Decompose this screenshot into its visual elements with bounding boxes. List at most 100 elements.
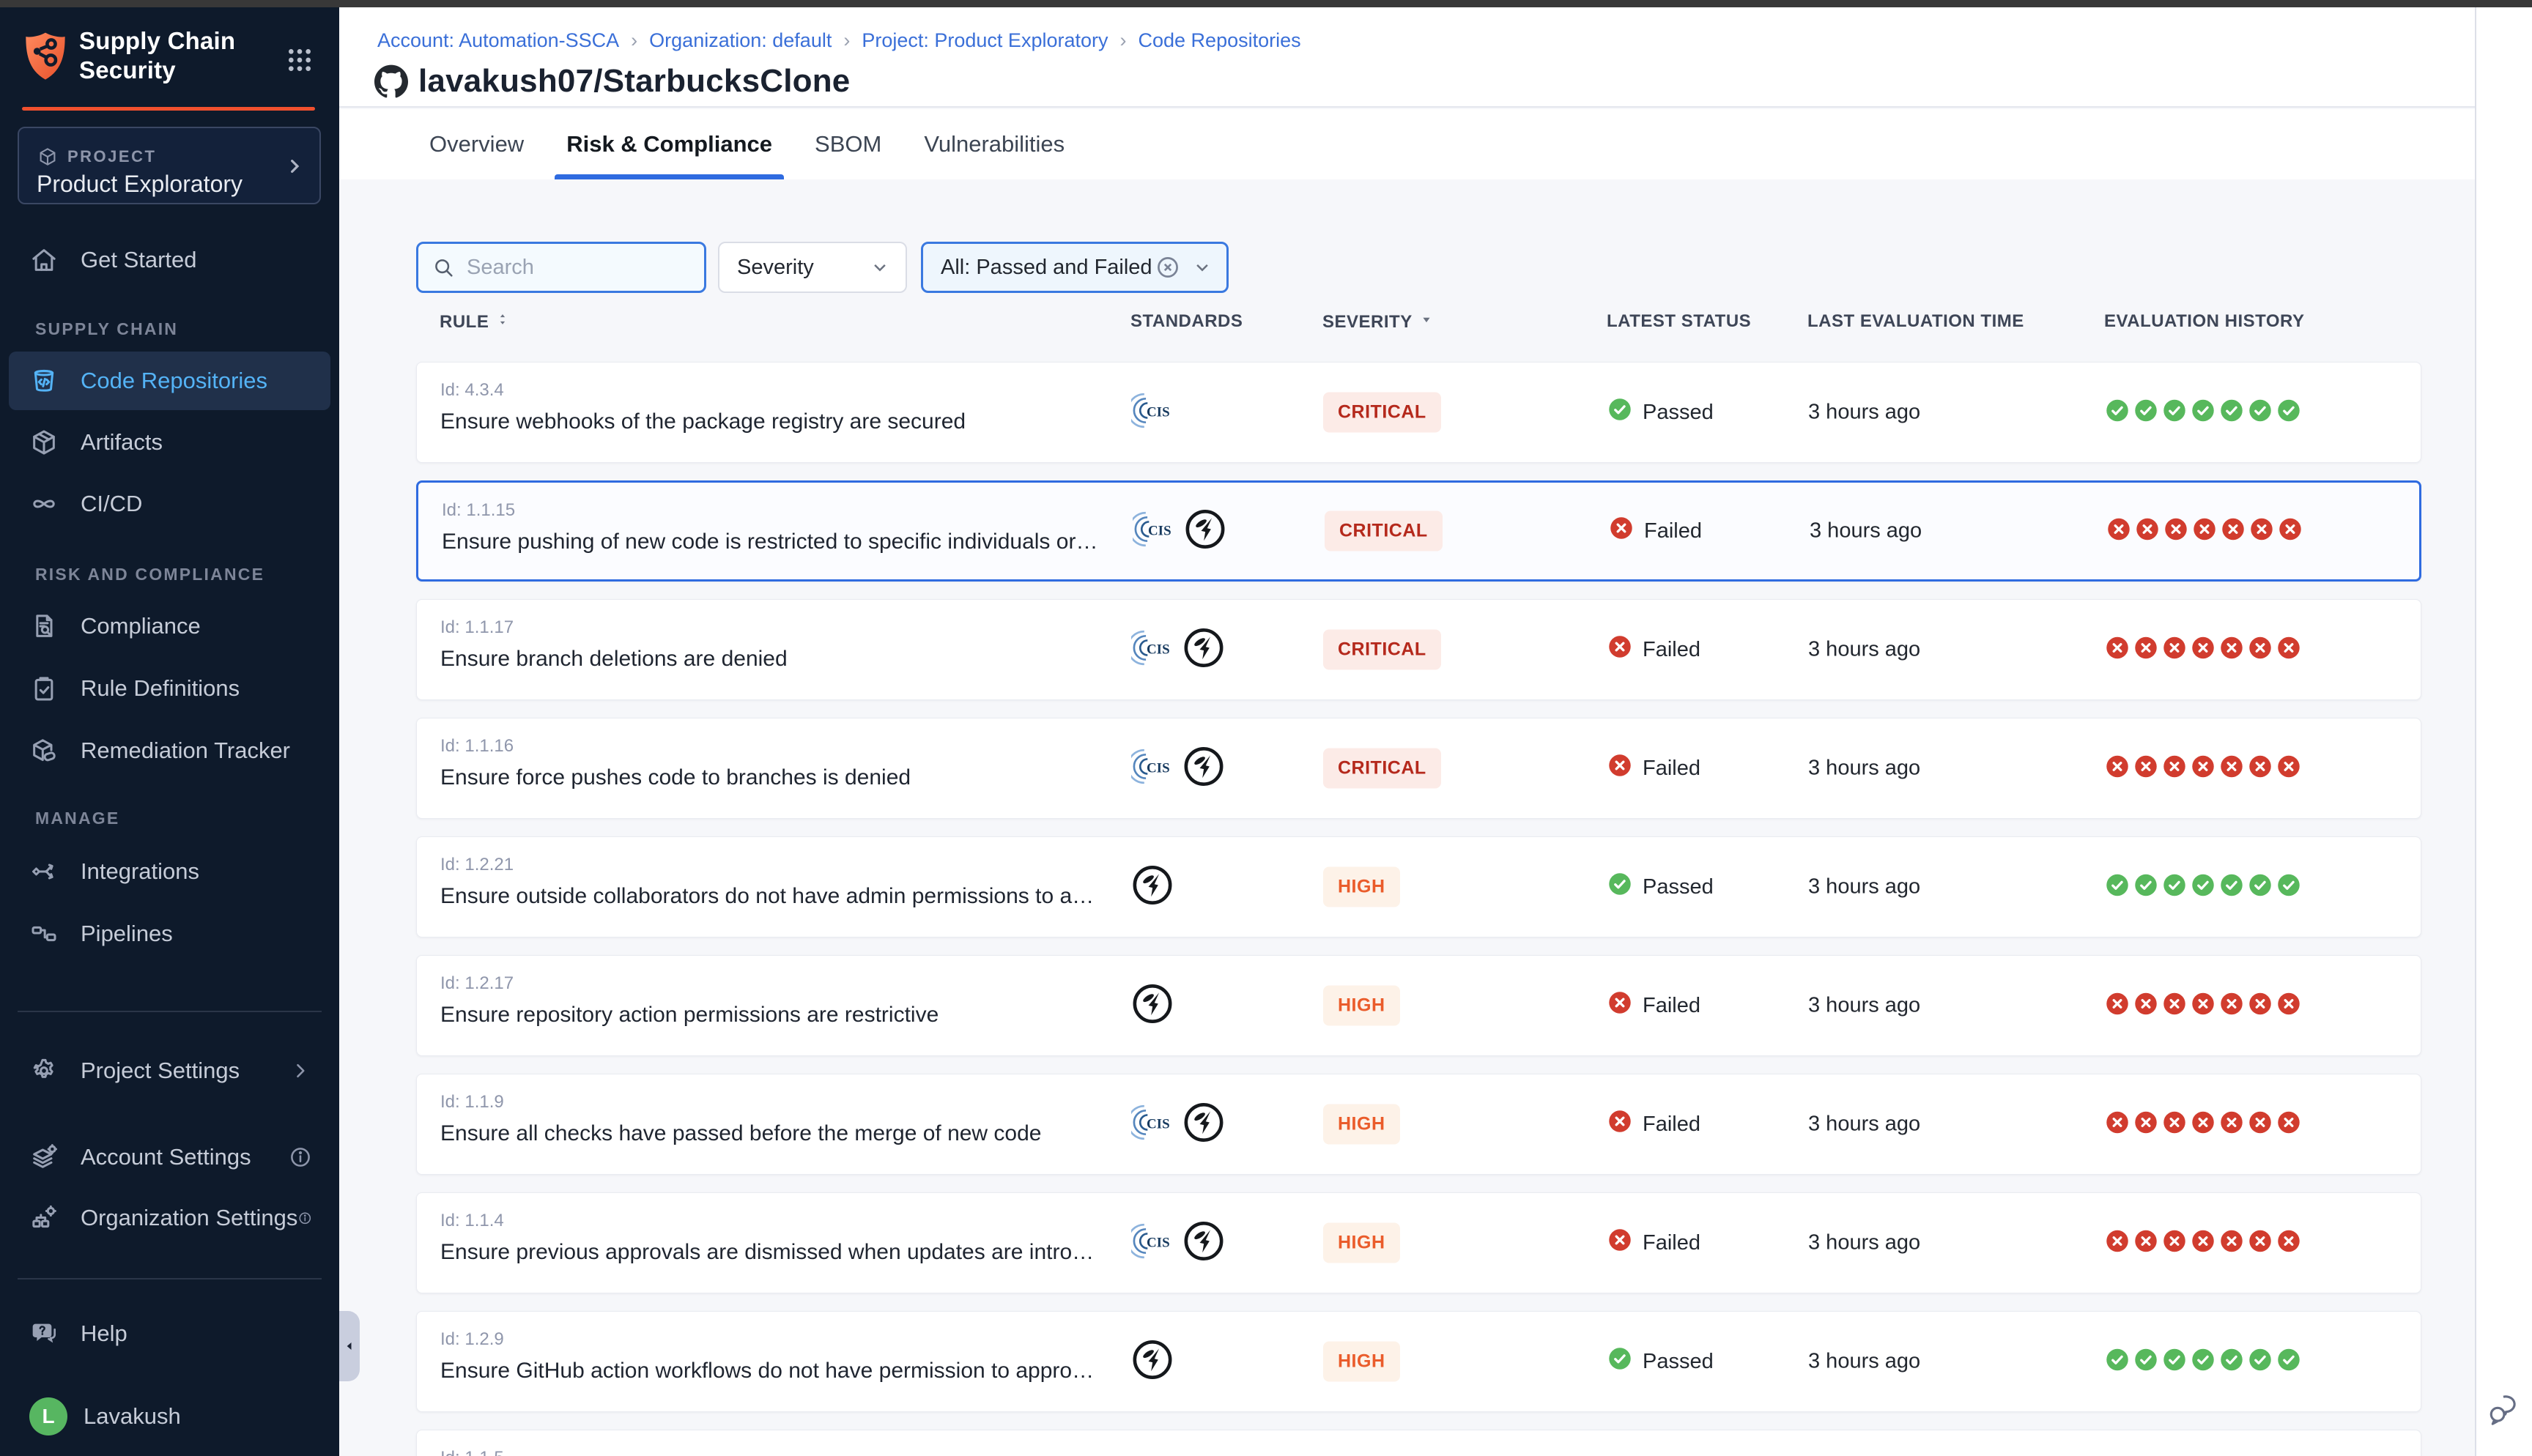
check-circle-icon[interactable] (2276, 1348, 2301, 1376)
x-circle-icon[interactable] (2105, 1229, 2130, 1258)
x-circle-icon[interactable] (2278, 517, 2303, 546)
table-row[interactable]: Id: 1.1.5CISHIGHFailed3 hours ago (416, 1430, 2421, 1456)
grid-dots-icon[interactable] (285, 45, 314, 75)
circle-x-icon[interactable] (1155, 254, 1181, 281)
sidebar-collapse-handle[interactable] (339, 1311, 360, 1381)
check-circle-icon[interactable] (2191, 873, 2216, 902)
breadcrumb-link[interactable]: Code Repositories (1139, 29, 1301, 52)
sidebar-item-code-repositories[interactable]: Code Repositories (9, 352, 330, 410)
breadcrumb-link[interactable]: Organization: default (649, 29, 832, 52)
column-header-last-evaluation-time[interactable]: LAST EVALUATION TIME (1807, 311, 2024, 332)
x-circle-icon[interactable] (2163, 517, 2188, 546)
x-circle-icon[interactable] (2162, 636, 2187, 664)
breadcrumb-link[interactable]: Account: Automation-SSCA (377, 29, 619, 52)
table-row[interactable]: Id: 4.3.4Ensure webhooks of the package … (416, 362, 2421, 463)
sidebar-item-artifacts[interactable]: Artifacts (9, 413, 330, 472)
check-circle-icon[interactable] (2162, 873, 2187, 902)
check-circle-icon[interactable] (2105, 398, 2130, 427)
sidebar-item-get-started[interactable]: Get Started (9, 231, 330, 289)
sidebar-item-rule-definitions[interactable]: Rule Definitions (9, 659, 330, 718)
x-circle-icon[interactable] (2191, 636, 2216, 664)
x-circle-icon[interactable] (2106, 517, 2131, 546)
table-row[interactable]: Id: 1.2.17Ensure repository action permi… (416, 955, 2421, 1056)
check-circle-icon[interactable] (2276, 873, 2301, 902)
table-row[interactable]: Id: 1.2.21Ensure outside collaborators d… (416, 836, 2421, 937)
x-circle-icon[interactable] (2248, 754, 2273, 783)
x-circle-icon[interactable] (2276, 754, 2301, 783)
x-circle-icon[interactable] (2219, 992, 2244, 1020)
sidebar-item-pipelines[interactable]: Pipelines (9, 905, 330, 963)
table-row[interactable]: Id: 1.1.16Ensure force pushes code to br… (416, 718, 2421, 819)
x-circle-icon[interactable] (2276, 1229, 2301, 1258)
x-circle-icon[interactable] (2276, 636, 2301, 664)
x-circle-icon[interactable] (2162, 754, 2187, 783)
caret-down-icon[interactable] (1418, 311, 1435, 333)
status-filter-dropdown[interactable]: All: Passed and Failed (921, 242, 1229, 293)
x-circle-icon[interactable] (2219, 1110, 2244, 1139)
breadcrumb-link[interactable]: Project: Product Exploratory (862, 29, 1108, 52)
sidebar-item-organization-settings[interactable]: Organization Settings (9, 1189, 330, 1247)
sidebar-item-compliance[interactable]: Compliance (9, 597, 330, 655)
x-circle-icon[interactable] (2133, 754, 2158, 783)
table-row[interactable]: Id: 1.1.4Ensure previous approvals are d… (416, 1192, 2421, 1293)
x-circle-icon[interactable] (2221, 517, 2246, 546)
check-circle-icon[interactable] (2133, 398, 2158, 427)
check-circle-icon[interactable] (2248, 398, 2273, 427)
check-circle-icon[interactable] (2133, 1348, 2158, 1376)
column-header-severity[interactable]: SEVERITY (1322, 311, 1435, 333)
x-circle-icon[interactable] (2276, 992, 2301, 1020)
column-header-evaluation-history[interactable]: EVALUATION HISTORY (2104, 311, 2304, 332)
x-circle-icon[interactable] (2105, 1110, 2130, 1139)
x-circle-icon[interactable] (2191, 754, 2216, 783)
x-circle-icon[interactable] (2248, 992, 2273, 1020)
sidebar-item-account-settings[interactable]: Account Settings (9, 1128, 330, 1186)
x-circle-icon[interactable] (2191, 992, 2216, 1020)
x-circle-icon[interactable] (2133, 1229, 2158, 1258)
check-circle-icon[interactable] (2162, 398, 2187, 427)
column-header-rule[interactable]: RULE (440, 311, 511, 333)
x-circle-icon[interactable] (2191, 1229, 2216, 1258)
x-circle-icon[interactable] (2191, 1110, 2216, 1139)
x-circle-icon[interactable] (2133, 636, 2158, 664)
x-circle-icon[interactable] (2162, 1229, 2187, 1258)
sidebar-user[interactable]: LLavakush (9, 1387, 330, 1446)
x-circle-icon[interactable] (2248, 1229, 2273, 1258)
x-circle-icon[interactable] (2133, 1110, 2158, 1139)
x-circle-icon[interactable] (2105, 754, 2130, 783)
column-header-standards[interactable]: STANDARDS (1130, 311, 1243, 332)
tab-overview[interactable]: Overview (426, 109, 527, 179)
check-circle-icon[interactable] (2162, 1348, 2187, 1376)
x-circle-icon[interactable] (2162, 992, 2187, 1020)
check-circle-icon[interactable] (2276, 398, 2301, 427)
check-circle-icon[interactable] (2133, 873, 2158, 902)
tab-risk-compliance[interactable]: Risk & Compliance (563, 109, 775, 179)
check-circle-icon[interactable] (2248, 1348, 2273, 1376)
check-circle-icon[interactable] (2105, 1348, 2130, 1376)
check-circle-icon[interactable] (2219, 1348, 2244, 1376)
x-circle-icon[interactable] (2248, 636, 2273, 664)
check-circle-icon[interactable] (2248, 873, 2273, 902)
sidebar-item-help[interactable]: Help (9, 1304, 330, 1363)
column-header-latest-status[interactable]: LATEST STATUS (1607, 311, 1751, 332)
table-row[interactable]: Id: 1.2.9Ensure GitHub action workflows … (416, 1311, 2421, 1412)
table-row[interactable]: Id: 1.1.9Ensure all checks have passed b… (416, 1074, 2421, 1175)
sidebar-item-ci-cd[interactable]: CI/CD (9, 475, 330, 533)
sidebar-item-remediation-tracker[interactable]: Remediation Tracker (9, 721, 330, 780)
table-row[interactable]: Id: 1.1.17Ensure branch deletions are de… (416, 599, 2421, 700)
tab-sbom[interactable]: SBOM (812, 109, 884, 179)
chevron-right-icon[interactable] (288, 1058, 313, 1083)
chat-bubbles-icon[interactable] (2487, 1393, 2523, 1427)
check-circle-icon[interactable] (2191, 1348, 2216, 1376)
x-circle-icon[interactable] (2135, 517, 2160, 546)
x-circle-icon[interactable] (2105, 636, 2130, 664)
x-circle-icon[interactable] (2219, 1229, 2244, 1258)
sidebar-item-integrations[interactable]: Integrations (9, 842, 330, 901)
search-input[interactable] (465, 255, 691, 281)
check-circle-icon[interactable] (2219, 873, 2244, 902)
x-circle-icon[interactable] (2133, 992, 2158, 1020)
project-selector[interactable]: PROJECT Product Exploratory (18, 127, 321, 204)
x-circle-icon[interactable] (2162, 1110, 2187, 1139)
check-circle-icon[interactable] (2191, 398, 2216, 427)
sort-both-icon[interactable] (495, 311, 511, 333)
severity-filter-dropdown[interactable]: Severity (718, 242, 907, 293)
